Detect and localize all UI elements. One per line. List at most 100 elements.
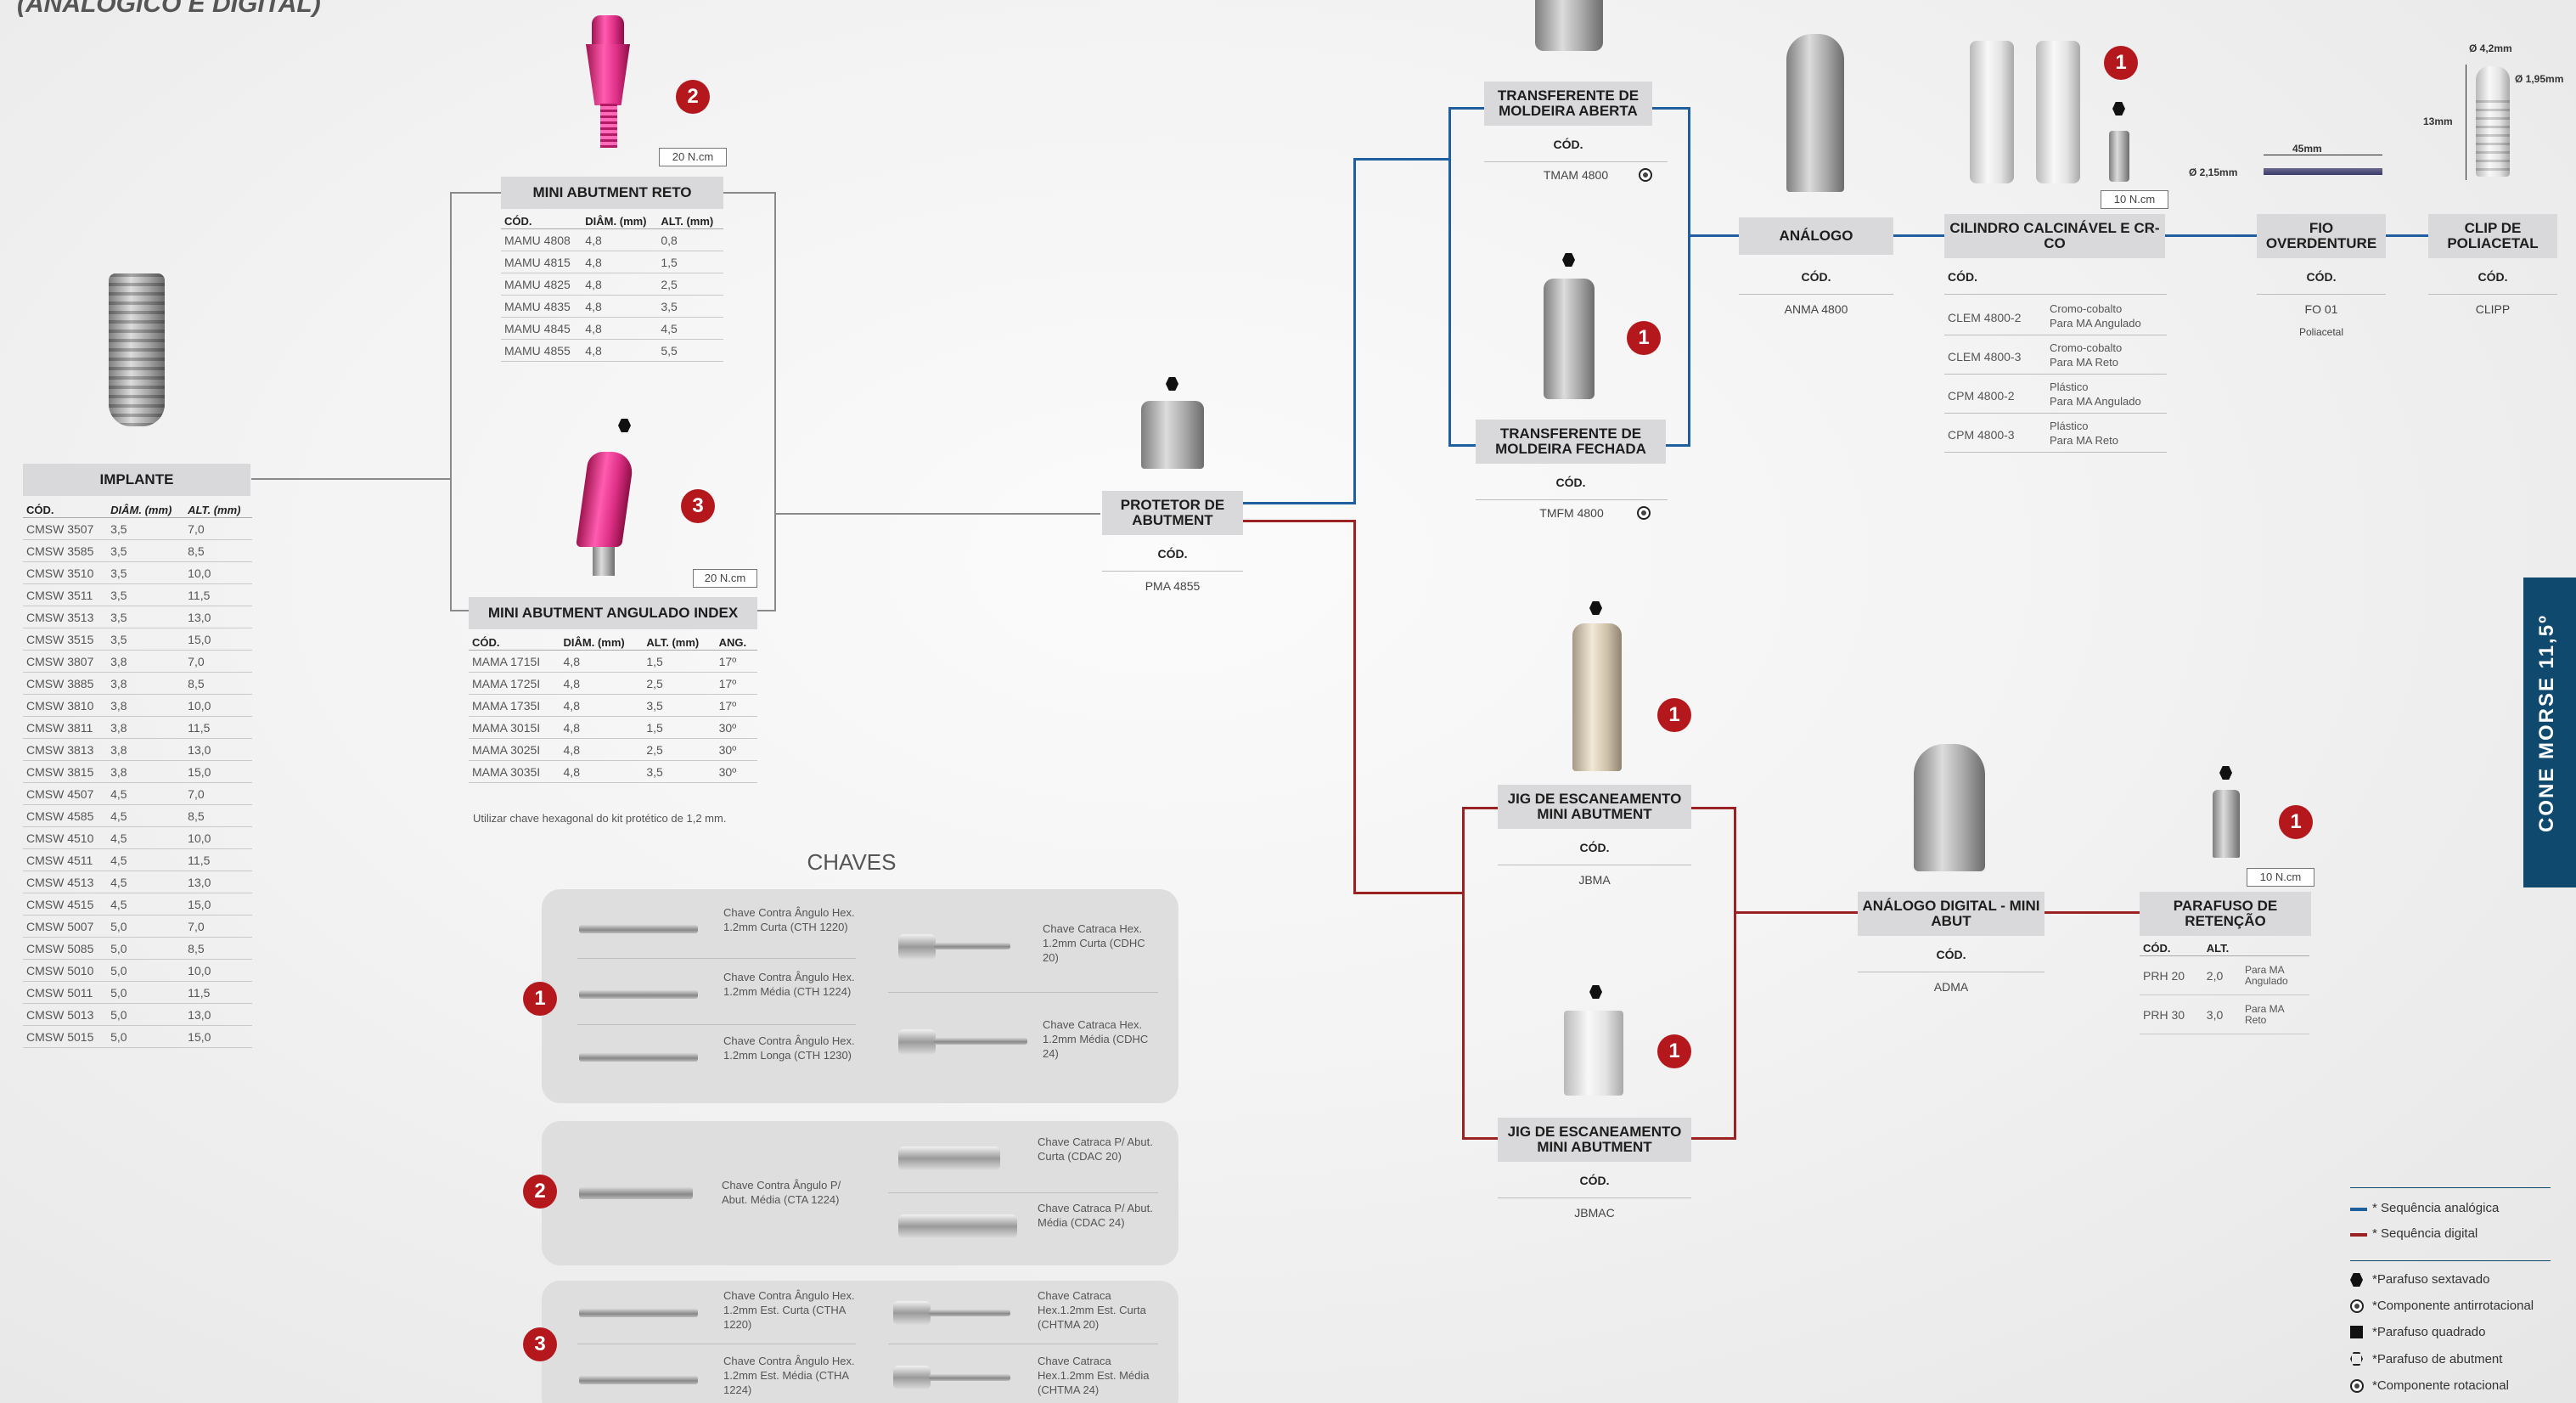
protetor-image xyxy=(1141,401,1204,469)
legend-analog-swatch xyxy=(2350,1208,2367,1211)
ratchet-key-icon xyxy=(898,1214,1017,1238)
rotational-icon xyxy=(2350,1379,2364,1393)
col-header: CÓD. xyxy=(501,214,582,229)
analog-line xyxy=(1666,444,1690,447)
table-cell: 15,0 xyxy=(184,760,252,783)
table-row: PRH 30 3,0 Para MA Reto xyxy=(2140,994,2309,1034)
cilindro-code: CLEM 4800-3 xyxy=(1948,350,2022,363)
col-header-blank xyxy=(2241,941,2309,956)
table-cell: 3,8 xyxy=(107,738,185,761)
table-cell: MAMU 4855 xyxy=(501,339,582,362)
table-cell: 17º xyxy=(715,694,757,717)
table-cell: MAMU 4825 xyxy=(501,273,582,296)
table-cell: CMSW 5010 xyxy=(23,959,108,982)
table-cell: 4,8 xyxy=(582,228,658,251)
table-cell: MAMA 1735I xyxy=(469,694,560,717)
table-row: CMSW 5010 5,0 10,0 xyxy=(23,959,252,982)
cod-label: CÓD. xyxy=(2478,270,2508,284)
connector-mini-top-left xyxy=(450,192,501,194)
transferente-fechada-image xyxy=(1544,279,1595,399)
cod-label: CÓD. xyxy=(2306,270,2337,284)
legend-rot: *Componente rotacional xyxy=(2372,1378,2509,1393)
jig1-image xyxy=(1572,623,1622,771)
table-row: CMSW 3511 3,5 11,5 xyxy=(23,583,252,606)
col-header: ALT. (mm) xyxy=(657,214,723,229)
table-cell: CMSW 3815 xyxy=(23,760,108,783)
chave-label: Chave Catraca Hex.1.2mm Est. Média (CHTM… xyxy=(1038,1355,1150,1396)
table-cell: 3,8 xyxy=(107,694,185,717)
divider xyxy=(1944,294,2167,295)
analogo-dig-title: ANÁLOGO DIGITAL - MINI ABUT xyxy=(1858,892,2044,936)
table-cell: 4,8 xyxy=(582,295,658,318)
table-cell: 15,0 xyxy=(184,1025,252,1048)
table-cell: CMSW 3811 xyxy=(23,716,108,739)
table-cell: 4,5 xyxy=(107,848,185,871)
cilindro-desc: Cromo-cobalto xyxy=(2050,302,2123,315)
table-cell: 3,8 xyxy=(107,760,185,783)
cilindro-desc: Para MA Angulado xyxy=(2050,395,2141,408)
table-cell: 17º xyxy=(715,672,757,695)
table-cell: 4,8 xyxy=(560,694,644,717)
mini-abutment-angulado-screw xyxy=(593,547,615,576)
cilindro-code: CPM 4800-2 xyxy=(1948,389,2015,403)
table-cell: CMSW 5015 xyxy=(23,1025,108,1048)
analog-line xyxy=(1652,107,1690,110)
torque-label: 10 N.cm xyxy=(2247,868,2314,887)
table-cell: 8,5 xyxy=(184,937,252,960)
table-row: CMSW 3585 3,5 8,5 xyxy=(23,539,252,562)
chave-label: Chave Contra Ângulo Hex. 1.2mm Est. Médi… xyxy=(723,1355,855,1396)
table-row: MAMU 4808 4,8 0,8 xyxy=(501,228,723,251)
table-row: MAMU 4815 4,8 1,5 xyxy=(501,251,723,273)
contra-angle-key-icon xyxy=(579,990,698,999)
side-tab[interactable]: CONE MORSE 11,5º xyxy=(2523,578,2576,887)
table-cell: MAMA 3025I xyxy=(469,738,560,761)
table-cell: CMSW 3807 xyxy=(23,650,108,673)
table-cell: 5,5 xyxy=(657,339,723,362)
table-row: CMSW 3515 3,5 15,0 xyxy=(23,628,252,651)
table-cell: MAMU 4808 xyxy=(501,228,582,251)
table-cell: 3,8 xyxy=(107,672,185,695)
badge-1: 1 xyxy=(1657,698,1691,732)
fio-code: FO 01 xyxy=(2304,302,2338,316)
jig2-code: JBMAC xyxy=(1574,1206,1615,1220)
table-row: CMSW 3510 3,5 10,0 xyxy=(23,561,252,584)
divider xyxy=(1944,452,2167,453)
protetor-code: PMA 4855 xyxy=(1145,579,1201,593)
badge-3: 3 xyxy=(681,489,715,523)
cilindro-code: CPM 4800-3 xyxy=(1948,428,2015,442)
transf-fechada-title: TRANSFERENTE DE MOLDEIRA FECHADA xyxy=(1476,420,1666,464)
side-tab-label: CONE MORSE 11,5º xyxy=(2535,614,2558,832)
table-row: CMSW 4515 4,5 15,0 xyxy=(23,893,252,916)
legend-digital-swatch xyxy=(2350,1233,2367,1237)
table-cell: 3,5 xyxy=(643,760,716,783)
table-cell: 5,0 xyxy=(107,959,185,982)
table-row: CMSW 4510 4,5 10,0 xyxy=(23,826,252,849)
divider xyxy=(1944,413,2167,414)
jig1-code: JBMA xyxy=(1578,873,1611,887)
table-cell: 3,5 xyxy=(107,606,185,628)
cilindro-desc: Para MA Reto xyxy=(2050,356,2118,369)
table-cell: 8,5 xyxy=(184,804,252,827)
legend-rule xyxy=(2350,1187,2551,1188)
chaves-title: CHAVES xyxy=(807,849,897,875)
contra-angle-key-icon xyxy=(579,1187,693,1199)
fio-title: FIO OVERDENTURE xyxy=(2257,214,2386,258)
contra-angle-key-icon xyxy=(579,1376,698,1384)
table-row: CMSW 3507 3,5 7,0 xyxy=(23,517,252,540)
table-cell: 3,5 xyxy=(107,628,185,651)
implante-title: IMPLANTE xyxy=(23,464,250,496)
table-cell: Para MA Angulado xyxy=(2241,955,2309,995)
cod-label: CÓD. xyxy=(1579,1174,1610,1187)
table-cell: Para MA Reto xyxy=(2241,994,2309,1034)
table-row: CMSW 3810 3,8 10,0 xyxy=(23,694,252,717)
badge-3: 3 xyxy=(523,1327,557,1361)
table-cell: 8,5 xyxy=(184,539,252,562)
digital-line xyxy=(1734,807,1736,1140)
analog-line xyxy=(1448,107,1484,110)
table-cell: 3,8 xyxy=(107,716,185,739)
table-cell: MAMA 1715I xyxy=(469,650,560,673)
table-cell: CMSW 4510 xyxy=(23,826,108,849)
badge-2: 2 xyxy=(523,1175,557,1209)
table-row: MAMA 3025I 4,8 2,5 30º xyxy=(469,738,757,761)
table-cell: 8,5 xyxy=(184,672,252,695)
